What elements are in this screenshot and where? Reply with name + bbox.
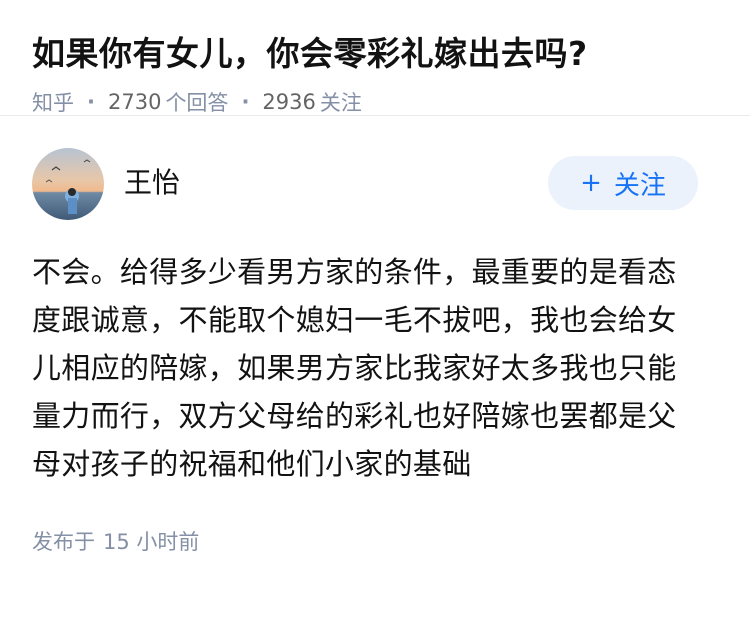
publish-time-value: 15 小时前 xyxy=(103,530,200,554)
follower-count-label[interactable]: 关注 xyxy=(320,87,362,117)
publish-time: 发布于 15 小时前 xyxy=(32,526,718,556)
avatar-image xyxy=(32,148,104,220)
question-header: 如果你有女儿，你会零彩礼嫁出去吗? 知乎 · 2730 个回答 · 2936 关… xyxy=(0,0,750,116)
separator-dot: · xyxy=(241,90,250,114)
publish-label: 发布于 xyxy=(32,530,95,554)
follower-count: 2936 xyxy=(262,90,316,114)
answer-count-label[interactable]: 个回答 xyxy=(165,87,228,117)
follow-button[interactable]: + 关注 xyxy=(548,156,698,210)
answer-content[interactable]: 不会。给得多少看男方家的条件，最重要的是看态度跟诚意，不能取个媳妇一毛不拔吧，我… xyxy=(32,248,702,488)
source-label[interactable]: 知乎 xyxy=(32,87,74,117)
answer-count: 2730 xyxy=(107,90,162,114)
answer-card: 王怡 + 关注 不会。给得多少看男方家的条件，最重要的是看态度跟诚意，不能取个媳… xyxy=(0,148,750,556)
separator-dot: · xyxy=(87,90,95,114)
author-row: 王怡 + 关注 xyxy=(32,148,718,220)
question-title[interactable]: 如果你有女儿，你会零彩礼嫁出去吗? xyxy=(32,34,718,74)
avatar[interactable] xyxy=(32,148,104,220)
follow-button-label: 关注 xyxy=(613,170,666,201)
author-name[interactable]: 王怡 xyxy=(124,161,180,201)
plus-icon: + xyxy=(580,168,602,198)
question-meta: 知乎 · 2730 个回答 · 2936 关注 xyxy=(32,87,718,117)
